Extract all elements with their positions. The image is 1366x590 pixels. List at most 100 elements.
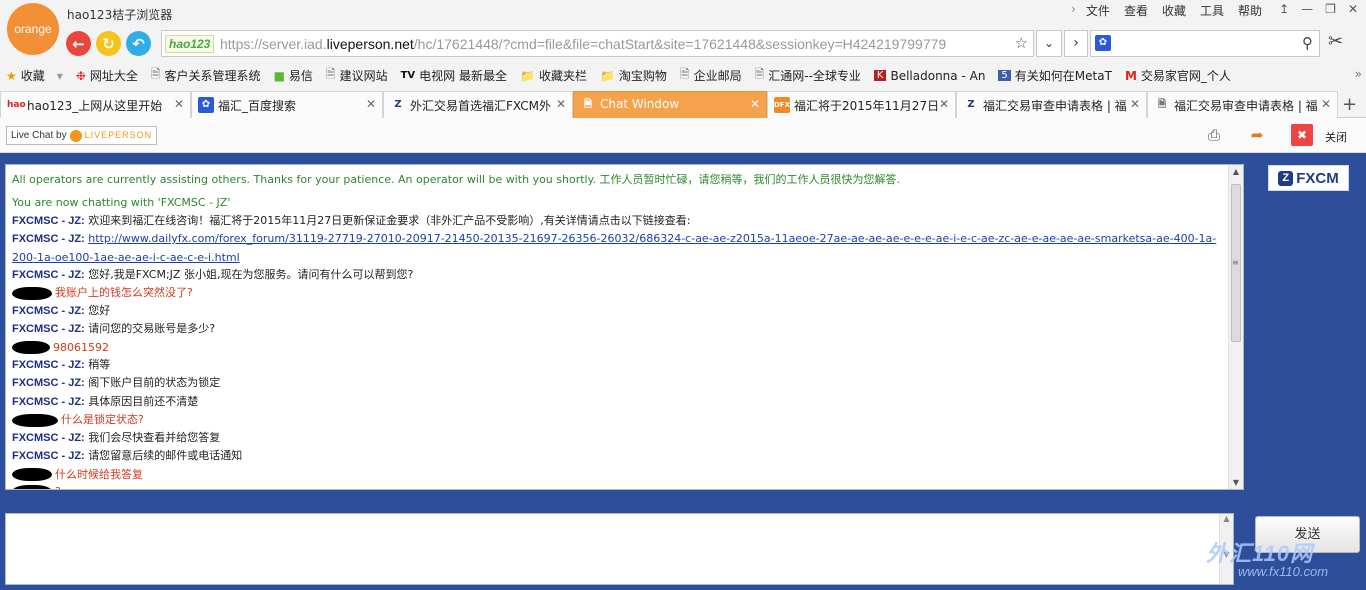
page-icon: 🗎 — [150, 67, 161, 81]
menu-chevron-icon[interactable]: › — [1071, 2, 1076, 19]
tab-label: Chat Window — [600, 97, 680, 111]
message-link[interactable]: http://www.dailyfx.com/forex_forum/31119… — [12, 232, 1216, 263]
close-tab-icon[interactable]: ✕ — [750, 97, 760, 111]
forward-button[interactable]: ↻ — [96, 31, 121, 56]
bookmark-item[interactable]: M 交易家官网_个人 — [1125, 67, 1231, 84]
menu-view[interactable]: 查看 — [1124, 2, 1148, 19]
agent-name: FXCMSC - JZ: — [12, 233, 85, 246]
close-chat-icon[interactable]: ✖ — [1291, 124, 1313, 146]
agent-message: FXCMSC - JZ: 请您留意后续的邮件或电话通知 — [12, 447, 1223, 465]
bookmark-item[interactable]: 📁 收藏夹栏 — [520, 67, 587, 84]
bookmark-item[interactable]: ❉ 网址大全 — [76, 67, 138, 84]
tab-fxcm-home[interactable]: Z 外汇交易首选福汇FXCM外 ✕ — [383, 91, 573, 118]
message-text: 稍等 — [88, 358, 111, 372]
address-dropdown-icon[interactable]: ⌄ — [1036, 30, 1062, 57]
bookmark-label: 收藏夹栏 — [538, 69, 587, 83]
close-tab-icon[interactable]: ✕ — [939, 97, 949, 111]
visitor-message: 我账户上的钱怎么突然没了? — [12, 284, 1223, 301]
tab-label: hao123_上网从这里开始 — [27, 99, 163, 113]
bookmark-item[interactable]: 5 有关如何在MetaT — [998, 67, 1112, 84]
chat-frame: All operators are currently assisting ot… — [0, 153, 1366, 590]
print-icon[interactable]: ⎙ — [1203, 124, 1225, 146]
scroll-down-icon[interactable]: ▼ — [1229, 478, 1243, 487]
email-transcript-icon[interactable]: ➦ — [1246, 124, 1268, 146]
bookmark-item[interactable]: TV 电视网 最新最全 — [401, 67, 507, 84]
bookmark-item[interactable]: ★ 收藏 ▾ — [6, 67, 63, 84]
bookmark-label: Belladonna - An — [890, 68, 986, 83]
bookmark-item[interactable]: 🗎 建议网站 — [326, 65, 388, 86]
close-tab-icon[interactable]: ✕ — [1130, 97, 1140, 111]
scroll-up-icon[interactable]: ▲ — [1229, 167, 1243, 176]
bookmark-star-icon[interactable]: ☆ — [1015, 34, 1028, 52]
tab-hao123[interactable]: hao hao123_上网从这里开始 ✕ — [0, 91, 191, 118]
close-tab-icon[interactable]: ✕ — [174, 97, 184, 111]
message-input-box: ▲ ▼ — [5, 513, 1234, 585]
message-text: 欢迎来到福汇在线咨询！福汇将于2015年11月27日更新保证金要求（非外汇产品不… — [88, 213, 691, 227]
visitor-message: ? — [12, 483, 1223, 489]
bookmark-item[interactable]: ■ 易信 — [274, 67, 313, 84]
transcript-scrollbar[interactable]: ▲ ≡ ▼ — [1228, 165, 1243, 489]
baidu-paw-icon[interactable]: ✿ — [1095, 35, 1111, 51]
bookmark-item[interactable]: 🗎 汇通网--全球专业 — [755, 65, 861, 86]
new-tab-icon[interactable]: + — [1342, 94, 1357, 115]
refresh-button[interactable]: ↶ — [126, 31, 151, 56]
chevron-down-icon[interactable]: ▾ — [57, 69, 63, 83]
page-icon: 🗎 — [754, 67, 765, 81]
message-text: 我们会尽快查看并给您答复 — [88, 430, 221, 444]
bookmarks-more-icon[interactable]: » — [1355, 67, 1362, 81]
message-text: 什么时候给我答复 — [55, 467, 143, 481]
tab-strip: hao hao123_上网从这里开始 ✕ ✿ 福汇_百度搜索 ✕ Z 外汇交易首… — [0, 89, 1366, 118]
tab-label: 福汇交易审查申请表格 | 福 — [983, 99, 1127, 113]
redacted-visitor-name — [12, 286, 52, 300]
scissors-icon[interactable]: ✂ — [1328, 31, 1343, 52]
close-tab-icon[interactable]: ✕ — [1321, 97, 1331, 111]
minimize-icon[interactable]: — — [1301, 2, 1313, 16]
watermark-url: www.fx110.com — [1238, 564, 1329, 579]
liveperson-badge[interactable]: Live Chat by LIVEPERSON — [6, 126, 158, 145]
tab-label: 福汇交易审查申请表格 | 福 — [1174, 99, 1318, 113]
visitor-message: 什么是锁定状态? — [12, 411, 1223, 428]
agent-name: FXCMSC - JZ: — [12, 359, 85, 372]
close-tab-icon[interactable]: ✕ — [556, 97, 566, 111]
message-input[interactable] — [6, 514, 1233, 584]
close-tab-icon[interactable]: ✕ — [366, 97, 376, 111]
address-bar[interactable]: hao123 https://server.iad.liveperson.net… — [161, 30, 1034, 57]
star-icon: ★ — [6, 68, 17, 83]
baidu-paw-icon: ✿ — [198, 97, 214, 113]
menu-tools[interactable]: 工具 — [1200, 2, 1224, 19]
chat-toolbar: Live Chat by LIVEPERSON ⎙ ➦ ✖ 关闭 — [0, 118, 1366, 153]
search-input[interactable]: ✿ ⚲ — [1090, 30, 1320, 57]
tab-chat-window[interactable]: 🗎 Chat Window ✕ — [573, 91, 767, 118]
menu-favorites[interactable]: 收藏 — [1162, 2, 1186, 19]
menu-help[interactable]: 帮助 — [1238, 2, 1262, 19]
tab-dailyfx[interactable]: DFX 福汇将于2015年11月27日 ✕ — [767, 91, 956, 118]
five-icon: 5 — [998, 70, 1011, 81]
bookmark-item[interactable]: K Belladonna - An — [873, 68, 986, 83]
menu-file[interactable]: 文件 — [1086, 2, 1110, 19]
url-host: liveperson.net — [326, 36, 414, 52]
pin-icon[interactable]: ↥ — [1279, 2, 1289, 16]
tab-label: 福汇_百度搜索 — [218, 99, 297, 113]
close-window-icon[interactable]: ✕ — [1348, 2, 1358, 16]
redacted-visitor-name — [12, 413, 58, 427]
bookmark-item[interactable]: 📁 淘宝购物 — [600, 67, 667, 84]
agent-name: FXCMSC - JZ: — [12, 323, 85, 336]
agent-name: FXCMSC - JZ: — [12, 304, 85, 317]
bookmark-label: 客户关系管理系统 — [164, 69, 261, 83]
tab-review-form-2[interactable]: 🗎 福汇交易审查申请表格 | 福 ✕ — [1147, 91, 1338, 118]
fxcm-logo-text: FXCM — [1296, 169, 1339, 187]
back-button[interactable]: ← — [66, 31, 91, 56]
search-icon[interactable]: ⚲ — [1302, 34, 1313, 52]
maximize-icon[interactable]: ❐ — [1325, 2, 1336, 16]
bookmark-item[interactable]: 🗎 客户关系管理系统 — [151, 65, 261, 86]
bookmark-item[interactable]: 🗎 企业邮局 — [680, 65, 742, 86]
go-arrow-icon[interactable]: › — [1064, 30, 1088, 57]
message-text: 我账户上的钱怎么突然没了? — [55, 286, 193, 300]
close-chat-label[interactable]: 关闭 — [1325, 129, 1347, 145]
tab-review-form-1[interactable]: Z 福汇交易审查申请表格 | 福 ✕ — [956, 91, 1147, 118]
visitor-message: 什么时候给我答复 — [12, 466, 1223, 483]
tab-baidu[interactable]: ✿ 福汇_百度搜索 ✕ — [191, 91, 383, 118]
url-text[interactable]: https://server.iad.liveperson.net/hc/176… — [220, 36, 1010, 52]
bookmark-label: 收藏 — [20, 69, 45, 83]
bookmark-label: 企业邮局 — [693, 69, 742, 83]
